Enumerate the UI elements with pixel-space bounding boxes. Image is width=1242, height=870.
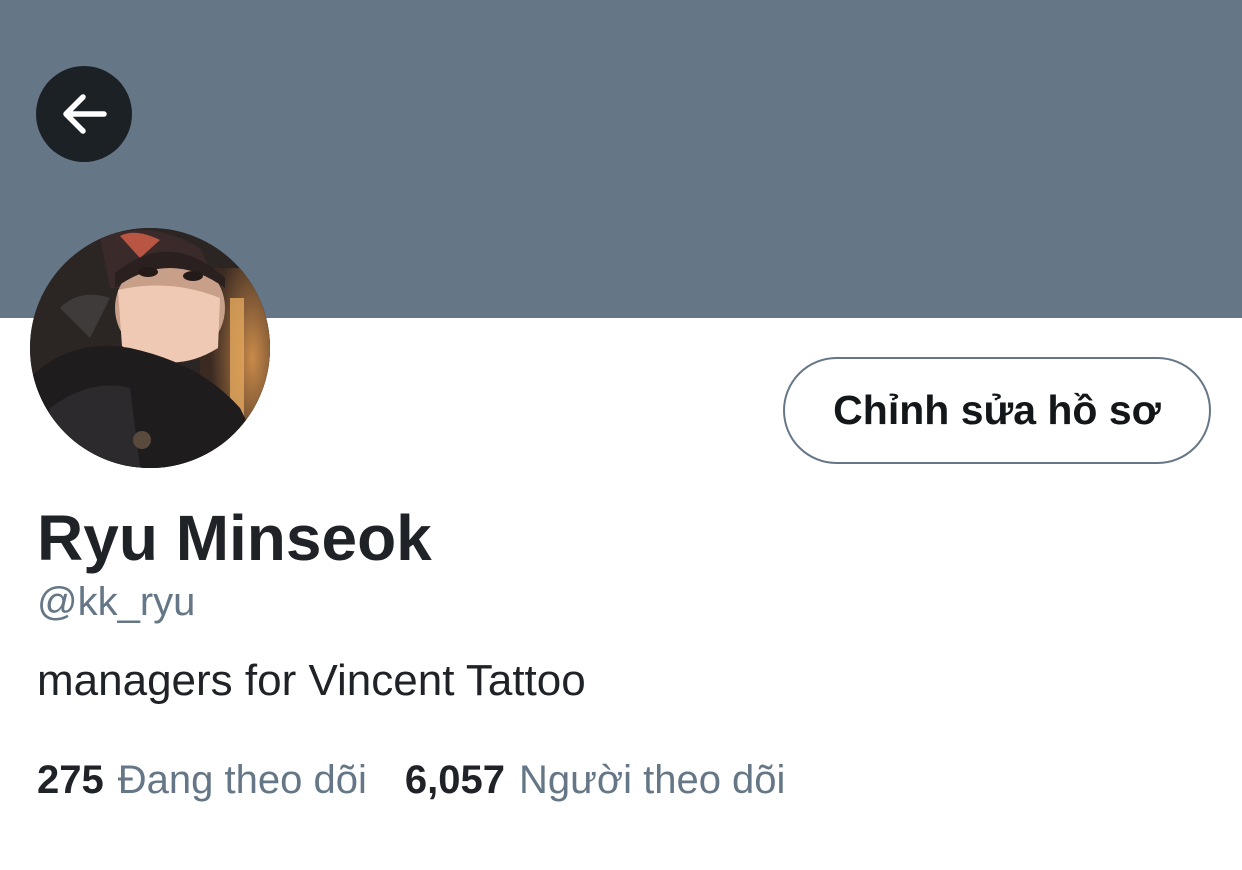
- avatar[interactable]: [30, 228, 270, 468]
- following-stat[interactable]: 275 Đang theo dõi: [37, 755, 367, 805]
- profile-page: Chỉnh sửa hồ sơ Ryu Minseok @kk_ryu mana…: [0, 0, 1242, 870]
- avatar-photo: [30, 228, 270, 468]
- profile-bio: managers for Vincent Tattoo: [37, 656, 586, 705]
- arrow-left-icon: [63, 94, 107, 134]
- following-label: Đang theo dõi: [117, 758, 367, 802]
- followers-count: 6,057: [404, 758, 505, 802]
- followers-stat[interactable]: 6,057 Người theo dõi: [405, 755, 786, 805]
- followers-label: Người theo dõi: [518, 758, 786, 802]
- display-name: Ryu Minseok: [37, 502, 432, 574]
- following-count: 275: [37, 758, 104, 802]
- back-button[interactable]: [36, 66, 132, 162]
- user-handle: @kk_ryu: [37, 580, 196, 624]
- profile-stats: 275 Đang theo dõi 6,057 Người theo dõi: [37, 755, 785, 805]
- edit-profile-button[interactable]: Chỉnh sửa hồ sơ: [783, 357, 1211, 464]
